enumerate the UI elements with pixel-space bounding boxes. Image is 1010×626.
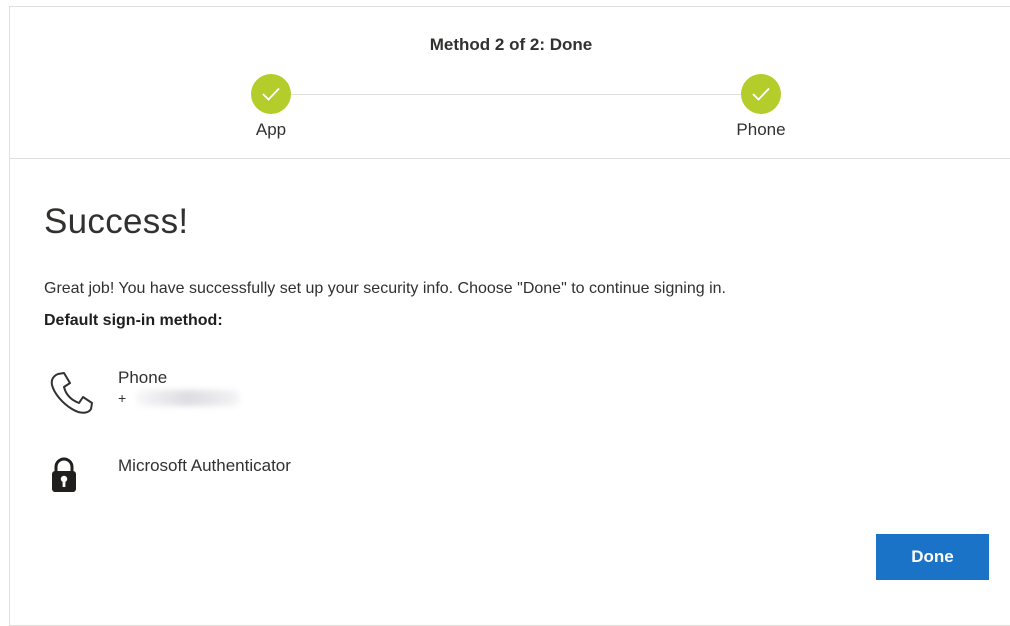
method-phone-text: Phone + [118,368,241,406]
step-title: Method 2 of 2: Done [429,35,593,54]
done-button[interactable]: Done [876,534,989,580]
phone-icon [44,368,104,418]
step-app: App [231,74,311,140]
security-info-card: Method 2 of 2: Done App Phone Success! G… [9,6,1010,626]
phone-prefix: + [118,390,127,406]
success-message: Great job! You have successfully set up … [44,280,726,297]
method-authenticator: Microsoft Authenticator [44,456,291,506]
progress-line [290,94,750,95]
success-content: Success! Great job! You have successfull… [44,158,1004,492]
redacted-number [136,390,241,406]
step-app-label: App [255,120,287,139]
step-phone-label: Phone [736,120,786,139]
check-icon [741,74,781,114]
step-phone: Phone [721,74,801,140]
method-phone: Phone + [44,368,241,418]
check-icon [251,74,291,114]
method-phone-number: + [118,390,241,406]
authenticator-lock-icon [44,456,104,506]
default-method-label: Default sign-in method: [44,312,223,329]
method-authenticator-name: Microsoft Authenticator [118,456,291,475]
method-phone-name: Phone [118,368,168,387]
page-title: Success! [44,202,189,241]
progress-header: Method 2 of 2: Done App Phone [10,7,1010,159]
